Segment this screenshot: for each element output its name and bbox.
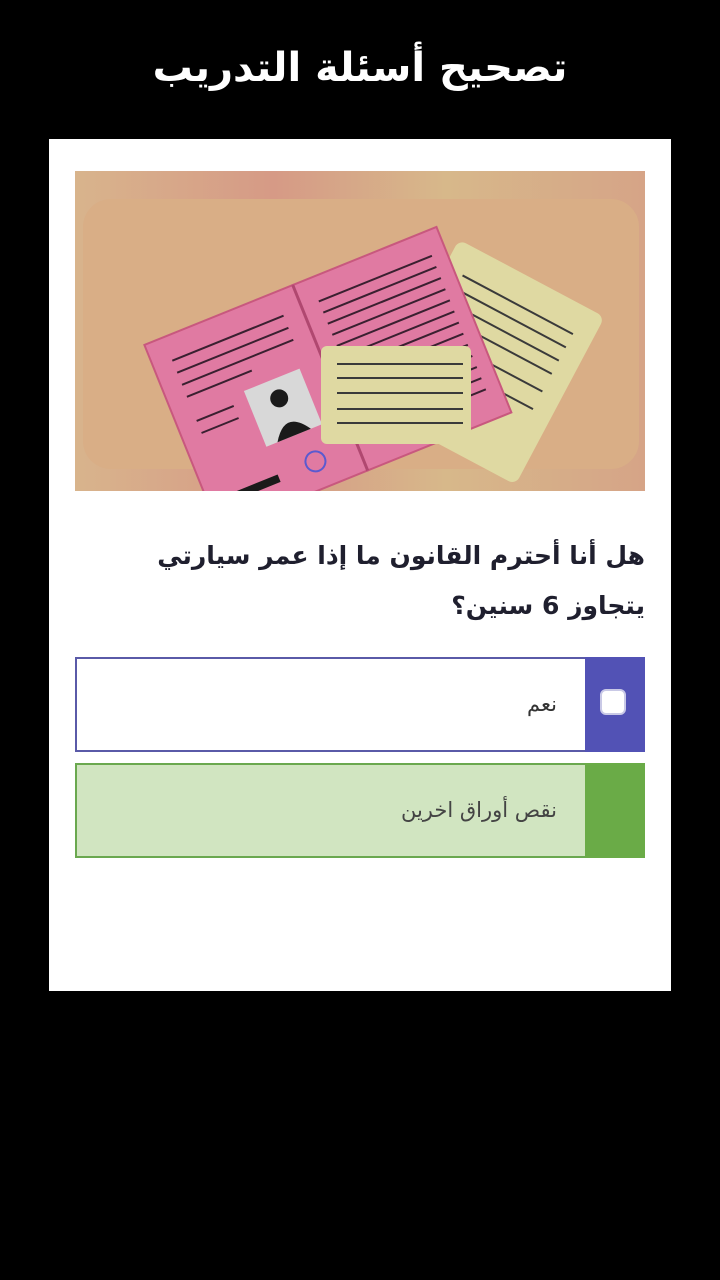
answer-option-yes[interactable]: نعم bbox=[75, 657, 645, 752]
answer-label: نعم bbox=[527, 692, 557, 716]
question-text: هل أنا أحترم القانون ما إذا عمر سيارتي ي… bbox=[157, 541, 645, 620]
documents-illustration-icon bbox=[75, 171, 645, 491]
answer-option-missing-papers[interactable]: نقص أوراق اخرين bbox=[75, 763, 645, 858]
answer-indicator[interactable] bbox=[585, 657, 645, 752]
checkbox-icon[interactable] bbox=[600, 689, 626, 715]
answer-indicator-correct[interactable] bbox=[585, 763, 645, 858]
page-title: تصحيح أسئلة التدريب bbox=[152, 45, 568, 91]
answer-label: نقص أوراق اخرين bbox=[400, 798, 557, 822]
screen: تصحيح أسئلة التدريب هل أنا أحترم القانون… bbox=[0, 0, 720, 1280]
question-card: هل أنا أحترم القانون ما إذا عمر سيارتي ي… bbox=[49, 139, 671, 991]
